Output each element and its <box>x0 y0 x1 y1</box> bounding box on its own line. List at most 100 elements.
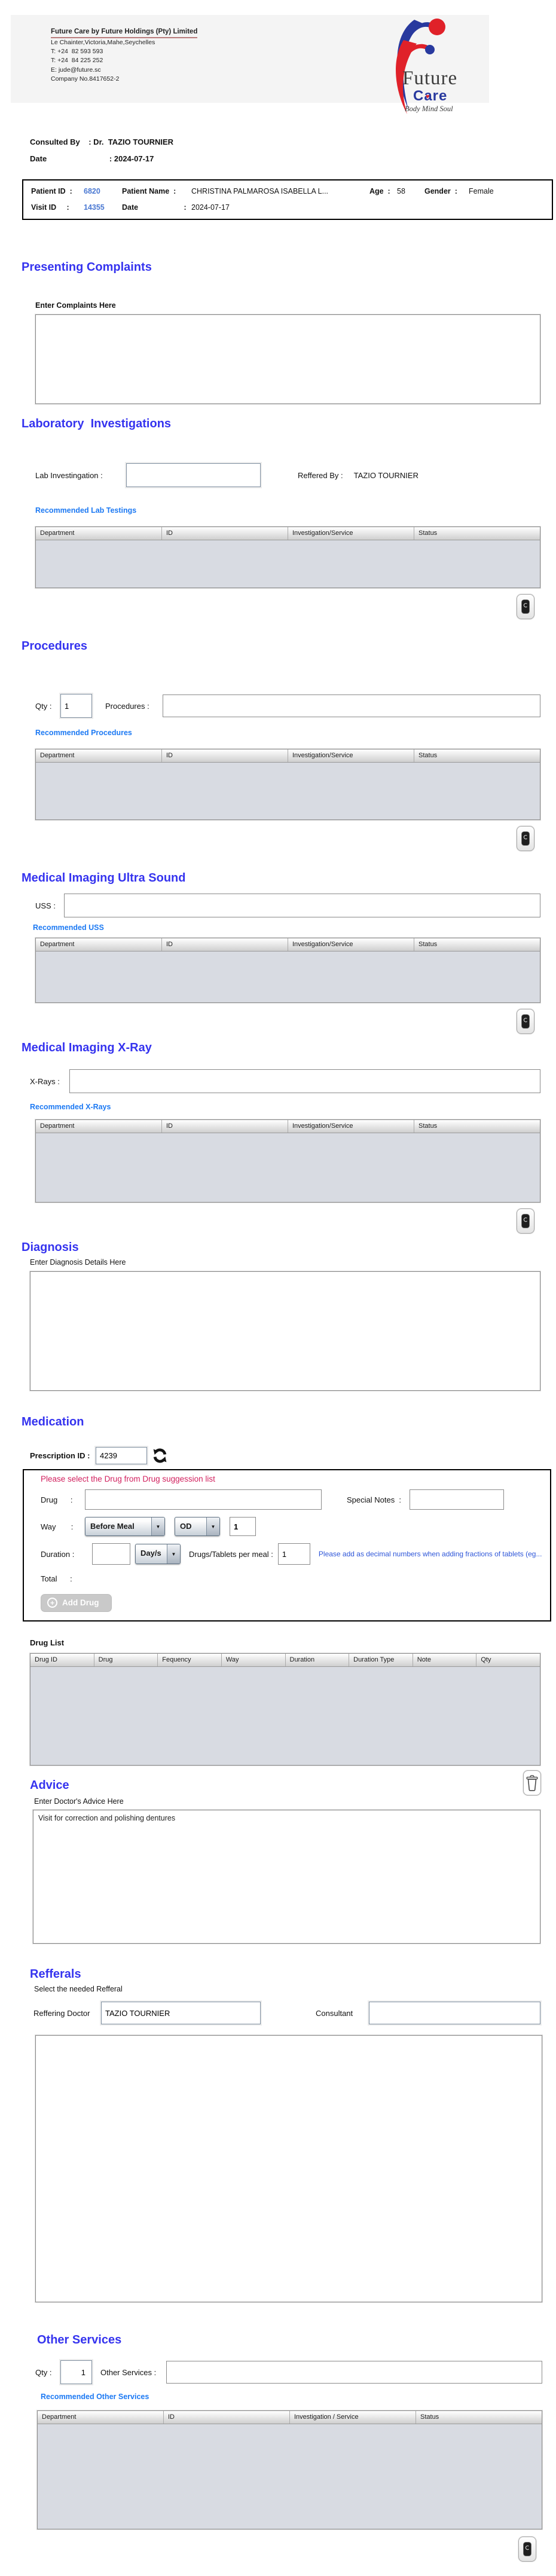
column-header: Drug ID <box>30 1654 94 1666</box>
special-notes-input[interactable] <box>410 1489 505 1510</box>
referral-list-box[interactable] <box>35 2035 542 2302</box>
column-header: Drug <box>94 1654 158 1666</box>
lab-investigation-input[interactable] <box>126 463 261 487</box>
per-meal-input[interactable] <box>277 1543 310 1565</box>
recommended-uss-label: Recommended USS <box>33 923 104 932</box>
column-header: Investigation/Service <box>288 938 414 951</box>
procedures-qty-input[interactable] <box>60 694 92 718</box>
uss-delete-button[interactable] <box>517 1009 534 1034</box>
xray-table-header: Department ID Investigation/Service Status <box>36 1120 540 1133</box>
patient-info-box: Patient ID : 6820 Patient Name : CHRISTI… <box>22 179 553 220</box>
recommended-procedures-label: Recommended Procedures <box>35 729 132 737</box>
total-label: Total : <box>41 1574 72 1583</box>
lab-table: Department ID Investigation/Service Status <box>35 527 540 588</box>
patient-id-label: Patient ID : <box>31 187 72 195</box>
company-email: E: jude@future.sc <box>51 66 101 74</box>
prescription-id-label: Prescription ID : <box>30 1451 90 1460</box>
lab-investigation-label: Lab Investingation : <box>35 470 103 480</box>
advice-delete-button[interactable] <box>523 1770 541 1795</box>
medication-title: Medication <box>22 1415 84 1428</box>
xray-input[interactable] <box>69 1069 540 1093</box>
trash-icon <box>521 1014 530 1029</box>
meal-timing-value: Before Meal <box>90 1522 135 1531</box>
advice-label: Enter Doctor's Advice Here <box>34 1797 124 1806</box>
duration-unit-select[interactable]: Day/s ▼ <box>135 1544 181 1564</box>
complaints-textarea[interactable] <box>35 314 540 404</box>
drug-list-table-body[interactable] <box>30 1667 540 1765</box>
trash-outline-icon <box>526 1775 538 1791</box>
add-drug-label: Add Drug <box>62 1598 99 1607</box>
xray-label: X-Rays : <box>30 1076 60 1086</box>
per-meal-label: Drugs/Tablets per meal : <box>189 1549 273 1559</box>
xray-table: Department ID Investigation/Service Status <box>35 1119 540 1203</box>
refresh-prescription-button[interactable] <box>152 1448 168 1464</box>
recommended-other-label: Recommended Other Services <box>41 2393 149 2401</box>
column-header: Status <box>420 2413 439 2421</box>
consulted-by-label: Consulted By : <box>30 137 91 146</box>
drug-label: Drug : <box>41 1495 73 1504</box>
logo-word-future: Future <box>402 68 458 89</box>
other-services-delete-button[interactable] <box>518 2537 536 2562</box>
frequency-select[interactable]: OD ▼ <box>175 1517 220 1536</box>
logo-tagline: Body Mind Soul <box>405 105 453 113</box>
diagnosis-label: Enter Diagnosis Details Here <box>30 1258 126 1266</box>
column-header: ID <box>164 2411 290 2424</box>
procedures-qty-label: Qty : <box>35 701 52 711</box>
advice-textarea[interactable]: Visit for correction and polishing dentu… <box>33 1810 540 1944</box>
other-services-input-label: Other Services : <box>100 2367 157 2377</box>
column-header: Department <box>38 2411 164 2424</box>
procedures-table-body[interactable] <box>36 763 540 819</box>
section-referrals: Refferals Select the needed Refferal Ref… <box>0 1968 556 2302</box>
plus-icon: + <box>47 1598 57 1608</box>
frequency-qty-input[interactable] <box>230 1517 256 1536</box>
diagnosis-textarea[interactable] <box>30 1271 540 1391</box>
meal-timing-select[interactable]: Before Meal ▼ <box>85 1517 165 1536</box>
section-laboratory: Laboratory Investigations Lab Investinga… <box>0 417 556 619</box>
xray-title: Medical Imaging X-Ray <box>22 1041 152 1054</box>
column-header: Investigation / Service <box>290 2411 416 2424</box>
procedures-title: Procedures <box>22 640 88 653</box>
xray-table-body[interactable] <box>36 1133 540 1202</box>
referred-by-value: TAZIO TOURNIER <box>353 470 418 480</box>
column-header: Department <box>36 749 162 762</box>
section-presenting-complaints: Presenting Complaints Enter Complaints H… <box>0 261 556 407</box>
other-qty-input[interactable] <box>60 2360 92 2384</box>
xray-delete-button[interactable] <box>517 1209 534 1234</box>
other-services-table: Department ID Investigation / Service Statu… <box>37 2410 542 2529</box>
add-drug-button[interactable]: + Add Drug <box>41 1594 112 1612</box>
referring-doctor-input[interactable] <box>101 2002 261 2024</box>
column-header: Department <box>36 1120 162 1133</box>
presenting-complaints-title: Presenting Complaints <box>22 261 152 274</box>
patient-name-value: CHRISTINA PALMAROSA ISABELLA L... <box>191 187 329 195</box>
prescription-id-input[interactable] <box>96 1447 147 1464</box>
duration-input[interactable] <box>92 1543 130 1565</box>
column-header: Investigation/Service <box>288 1120 414 1133</box>
uss-input[interactable] <box>64 894 540 917</box>
uss-table-header: Department ID Investigation/Service Status <box>36 938 540 952</box>
uss-table: Department ID Investigation/Service Status <box>35 938 540 1003</box>
consultant-input[interactable] <box>369 2002 541 2024</box>
recommended-xray-label: Recommended X-Rays <box>30 1103 111 1111</box>
procedures-input[interactable] <box>163 695 540 717</box>
section-procedures: Procedures Qty : Procedures : Recommende… <box>0 640 556 851</box>
lab-table-body[interactable] <box>36 540 540 588</box>
duration-label: Duration : <box>41 1549 75 1559</box>
lab-delete-button[interactable] <box>517 594 534 619</box>
column-header: ID <box>162 938 288 951</box>
chevron-down-icon: ▼ <box>151 1518 164 1535</box>
other-services-input[interactable] <box>166 2361 542 2384</box>
procedures-table: Department ID Investigation/Service Status <box>35 749 540 820</box>
consulted-by-value: Dr. TAZIO TOURNIER <box>91 137 174 146</box>
drug-input[interactable] <box>85 1489 322 1510</box>
age-value: 58 <box>397 187 405 195</box>
drug-entry-box: Please select the Drug from Drug suggess… <box>23 1469 551 1622</box>
fraction-hint-text: Please add as decimal numbers when addin… <box>318 1550 542 1558</box>
referred-by-label: Reffered By : <box>298 470 343 480</box>
column-header: Qty <box>481 1656 491 1663</box>
section-medication: Medication Prescription ID : Please sele… <box>0 1415 556 1766</box>
other-services-table-body[interactable] <box>38 2424 542 2529</box>
procedures-delete-button[interactable] <box>517 826 534 851</box>
other-qty-label: Qty : <box>35 2367 52 2377</box>
column-header: Fequency <box>158 1654 222 1666</box>
uss-table-body[interactable] <box>36 952 540 1002</box>
